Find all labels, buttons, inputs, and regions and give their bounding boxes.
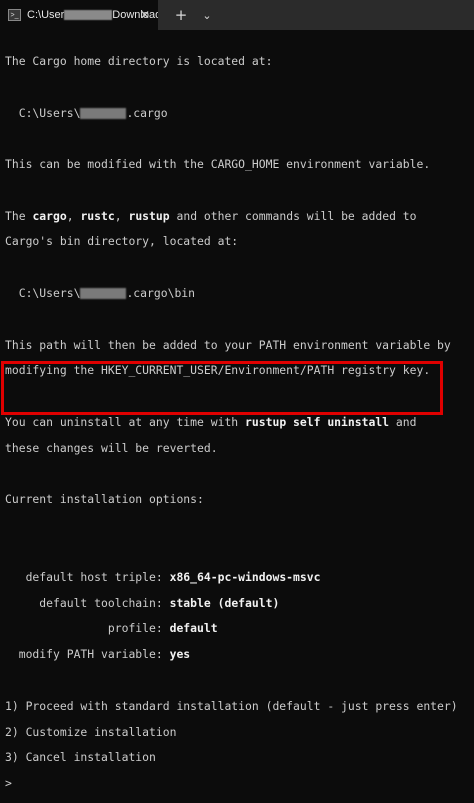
output-line: You can uninstall at any time with rustu… xyxy=(5,415,417,430)
terminal-output[interactable]: The Cargo home directory is located at: … xyxy=(5,42,474,803)
menu-option-proceed: 1) Proceed with standard installation (d… xyxy=(5,698,458,713)
output-line: The cargo, rustc, rustup and other comma… xyxy=(5,208,417,223)
tab-title-prefix: C:\User xyxy=(27,9,65,21)
redacted-username xyxy=(80,288,127,300)
output-line: Current installation options: xyxy=(5,492,204,507)
terminal-icon: >_ xyxy=(8,9,22,21)
terminal-tab[interactable]: >_ C:\User Downloads\ ✕ xyxy=(0,0,158,30)
output-line: C:\Users\ .cargo xyxy=(5,105,168,120)
option-host-triple: default host triple: x86_64-pc-windows-m… xyxy=(5,569,321,584)
output-line: C:\Users\ .cargo\bin xyxy=(5,286,196,301)
output-line: This path will then be added to your PAT… xyxy=(5,337,451,352)
dropdown-chevron-icon[interactable]: ⌄ xyxy=(194,0,220,30)
output-line: Cargo's bin directory, located at: xyxy=(5,234,239,249)
option-toolchain: default toolchain: stable (default) xyxy=(5,595,280,610)
redacted-username xyxy=(80,107,127,119)
menu-option-customize: 2) Customize installation xyxy=(5,724,177,739)
new-tab-button[interactable]: + xyxy=(168,0,194,30)
tab-title-suffix: Downloads\ xyxy=(112,9,158,21)
menu-option-cancel: 3) Cancel installation xyxy=(5,750,156,765)
output-line: these changes will be reverted. xyxy=(5,440,218,455)
output-line: This can be modified with the CARGO_HOME… xyxy=(5,157,431,172)
option-modify-path: modify PATH variable: yes xyxy=(5,647,191,662)
option-profile: profile: default xyxy=(5,621,218,636)
title-bar: >_ C:\User Downloads\ ✕ + ⌄ xyxy=(0,0,474,30)
tab-title: C:\User Downloads\ xyxy=(27,9,158,21)
close-tab-icon[interactable]: ✕ xyxy=(140,8,150,22)
output-line: The Cargo home directory is located at: xyxy=(5,53,273,68)
output-line: modifying the HKEY_CURRENT_USER/Environm… xyxy=(5,363,431,378)
input-prompt[interactable]: > xyxy=(5,777,474,790)
redacted-username xyxy=(64,10,113,21)
